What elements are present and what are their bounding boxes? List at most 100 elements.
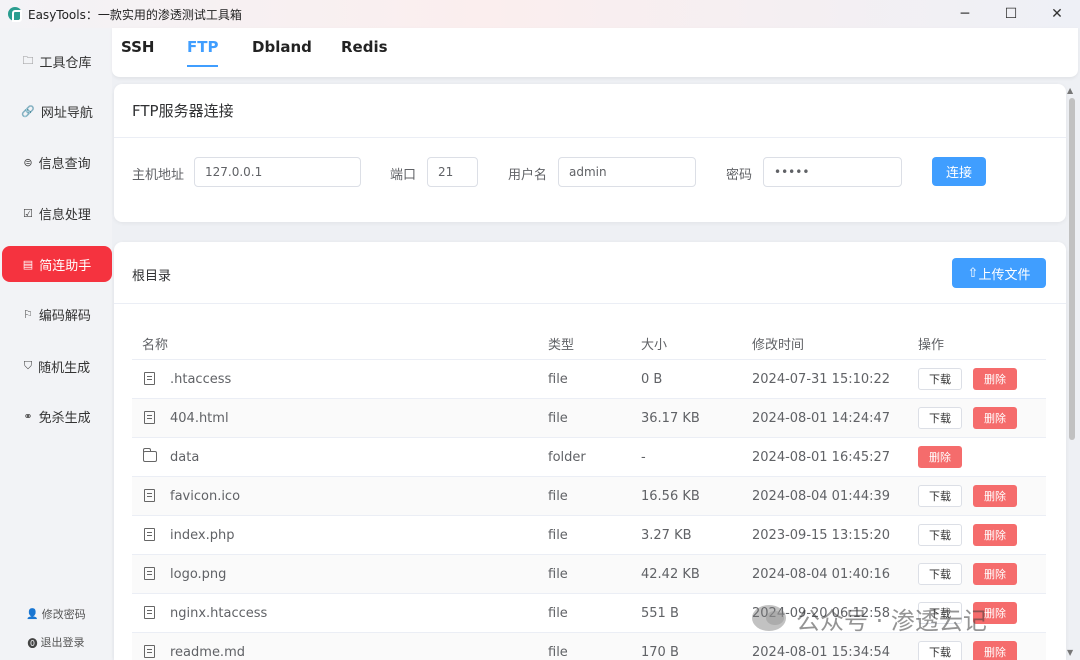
file-size: 170 B: [641, 645, 679, 660]
table-row[interactable]: nginx.htaccess file 551 B 2024-09-20 06:…: [132, 594, 1046, 633]
file-icon: [144, 567, 155, 580]
column-name: 名称: [142, 338, 169, 353]
download-button[interactable]: 下载: [918, 602, 962, 624]
edit-icon: ☑: [23, 206, 33, 220]
sidebar-item-info-query[interactable]: ⊜ 信息查询: [2, 144, 112, 180]
sidebar-item-url-nav[interactable]: 🔗 网址导航: [2, 93, 112, 129]
download-button[interactable]: 下载: [918, 641, 962, 660]
file-browser-header: 根目录 ⇧ 上传文件: [114, 242, 1066, 304]
ftp-connection-card: FTP服务器连接 主机地址 127.0.0.1 端口 21 用户名 admin …: [114, 84, 1066, 222]
connect-button[interactable]: 连接: [932, 157, 986, 186]
password-input[interactable]: •••••: [763, 157, 902, 187]
table-row[interactable]: .htaccess file 0 B 2024-07-31 15:10:22 下…: [132, 360, 1046, 399]
file-type: file: [548, 411, 568, 426]
delete-button[interactable]: 删除: [973, 524, 1017, 546]
file-icon: [144, 645, 155, 658]
file-type: file: [548, 528, 568, 543]
sidebar-item-av-evasion[interactable]: ⚭ 免杀生成: [2, 398, 112, 434]
scrollbar-thumb[interactable]: [1069, 98, 1075, 440]
delete-button[interactable]: 删除: [973, 602, 1017, 624]
username-input[interactable]: admin: [558, 157, 696, 187]
file-modified: 2023-09-15 13:15:20: [752, 528, 891, 543]
file-modified: 2024-08-01 15:34:54: [752, 645, 891, 660]
tab-ssh[interactable]: SSH: [121, 38, 155, 56]
flag-icon: ⚐: [23, 307, 33, 321]
file-modified: 2024-08-01 14:24:47: [752, 411, 891, 426]
host-label: 主机地址: [132, 168, 185, 183]
sidebar-item-tool-warehouse[interactable]: 🗀 工具仓库: [2, 43, 112, 79]
delete-button[interactable]: 删除: [973, 485, 1017, 507]
close-button[interactable]: ✕: [1034, 0, 1080, 28]
file-modified: 2024-08-01 16:45:27: [752, 450, 891, 465]
sidebar-item-label: 随机生成: [38, 360, 91, 376]
maximize-button[interactable]: ☐: [988, 0, 1034, 28]
delete-button[interactable]: 删除: [973, 563, 1017, 585]
delete-button[interactable]: 删除: [973, 641, 1017, 660]
port-input[interactable]: 21: [427, 157, 478, 187]
sidebar-item-label: 简连助手: [39, 258, 92, 274]
file-icon: [144, 528, 155, 541]
file-name: readme.md: [170, 645, 245, 660]
file-type: file: [548, 645, 568, 660]
delete-button[interactable]: 删除: [973, 407, 1017, 429]
sidebar-item-connect-assistant[interactable]: ▤ 简连助手: [2, 246, 112, 282]
password-label: 密码: [726, 168, 753, 183]
table-row[interactable]: readme.md file 170 B 2024-08-01 15:34:54…: [132, 633, 1046, 660]
sidebar-item-label: 免杀生成: [38, 410, 91, 426]
logout-link[interactable]: ⓿ 退出登录: [0, 634, 112, 650]
file-name: index.php: [170, 528, 235, 543]
table-row[interactable]: data folder - 2024-08-01 16:45:27 删除: [132, 438, 1046, 477]
file-icon: [144, 606, 155, 619]
sidebar-item-info-process[interactable]: ☑ 信息处理: [2, 195, 112, 231]
file-name: data: [170, 450, 200, 465]
file-size: 551 B: [641, 606, 679, 621]
download-button[interactable]: 下载: [918, 368, 962, 390]
sidebar-item-encode-decode[interactable]: ⚐ 编码解码: [2, 296, 112, 332]
change-password-link[interactable]: 👤 修改密码: [0, 606, 112, 622]
scroll-up-arrow-icon[interactable]: ▲: [1067, 86, 1073, 95]
link-icon: 🔗: [21, 104, 35, 118]
upload-file-button[interactable]: ⇧ 上传文件: [952, 258, 1046, 288]
table-row[interactable]: logo.png file 42.42 KB 2024-08-04 01:40:…: [132, 555, 1046, 594]
protocol-tabs: SSH FTP Dbland Redis: [112, 28, 1078, 78]
connection-title: FTP服务器连接: [114, 84, 1066, 138]
file-modified: 2024-08-04 01:44:39: [752, 489, 891, 504]
file-type: folder: [548, 450, 586, 465]
box-icon: 🗀: [22, 53, 34, 67]
logout-label: 退出登录: [40, 636, 85, 649]
file-icon: [144, 411, 155, 424]
download-button[interactable]: 下载: [918, 524, 962, 546]
upload-icon: ⇧: [967, 265, 979, 281]
file-name: logo.png: [170, 567, 227, 582]
terminal-icon: ▤: [22, 257, 34, 271]
sidebar-item-label: 信息查询: [38, 156, 91, 172]
change-password-label: 修改密码: [41, 608, 86, 621]
tab-ftp[interactable]: FTP: [187, 38, 219, 67]
download-button[interactable]: 下载: [918, 563, 962, 585]
minimize-button[interactable]: ─: [942, 0, 988, 28]
tab-dbland[interactable]: Dbland: [252, 38, 312, 56]
tab-redis[interactable]: Redis: [341, 38, 388, 56]
table-row[interactable]: 404.html file 36.17 KB 2024-08-01 14:24:…: [132, 399, 1046, 438]
sidebar-item-label: 信息处理: [38, 207, 91, 223]
upload-file-label: 上传文件: [978, 267, 1031, 283]
download-button[interactable]: 下载: [918, 407, 962, 429]
table-row[interactable]: favicon.ico file 16.56 KB 2024-08-04 01:…: [132, 477, 1046, 516]
sidebar-item-random-gen[interactable]: ⛉ 随机生成: [2, 348, 112, 384]
file-size: 0 B: [641, 372, 663, 387]
scroll-down-arrow-icon[interactable]: ▼: [1067, 648, 1073, 657]
file-type: file: [548, 372, 568, 387]
table-row[interactable]: index.php file 3.27 KB 2023-09-15 13:15:…: [132, 516, 1046, 555]
download-button[interactable]: 下载: [918, 485, 962, 507]
file-modified: 2024-09-20 06:12:58: [752, 606, 891, 621]
delete-button[interactable]: 删除: [918, 446, 962, 468]
file-size: 36.17 KB: [641, 411, 700, 426]
delete-button[interactable]: 删除: [973, 368, 1017, 390]
search-icon: ⊜: [23, 155, 33, 169]
host-input[interactable]: 127.0.0.1: [194, 157, 361, 187]
sidebar-item-label: 编码解码: [38, 308, 91, 324]
file-size: 16.56 KB: [641, 489, 700, 504]
shield-icon: ⛉: [23, 359, 33, 372]
app-logo-icon: [8, 7, 22, 22]
window-controls: ─ ☐ ✕: [942, 0, 1080, 28]
